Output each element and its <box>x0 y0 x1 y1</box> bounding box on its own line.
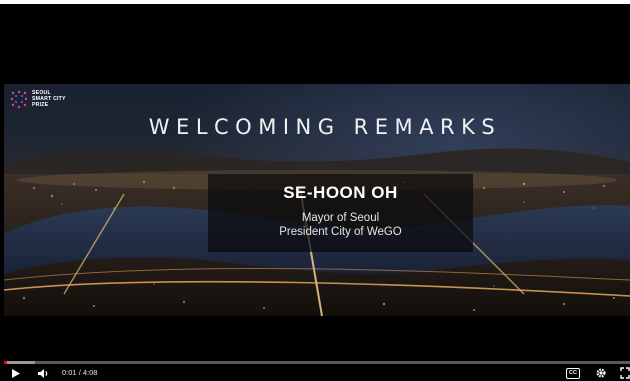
duration: 4:08 <box>82 368 98 377</box>
brand-text: SEOUL SMART CITY PRIZE <box>32 90 66 108</box>
play-icon[interactable] <box>10 368 21 379</box>
captions-label: CC <box>569 370 577 376</box>
volume-icon[interactable] <box>37 368 50 379</box>
headline-title: WELCOMING REMARKS <box>148 115 502 139</box>
current-time: 0:01 <box>62 368 77 377</box>
brand-mark-icon <box>10 90 28 109</box>
captions-icon[interactable]: CC <box>566 368 580 379</box>
settings-icon[interactable] <box>595 367 607 379</box>
video-player[interactable]: SEOUL SMART CITY PRIZE WELCOMING REMARKS… <box>0 0 630 381</box>
control-bar: 0:01 / 4:08 CC <box>0 366 630 381</box>
time-display: 0:01 / 4:08 <box>62 368 97 377</box>
fullscreen-icon[interactable] <box>620 367 630 379</box>
brand-line: PRIZE <box>32 102 49 108</box>
speaker-name: SE-HOON OH <box>283 183 398 202</box>
progress-buffered <box>4 361 36 364</box>
seoul-smart-city-prize-logo: SEOUL SMART CITY PRIZE <box>10 90 66 110</box>
speaker-card: SE-HOON OH Mayor of Seoul President City… <box>208 174 473 252</box>
speaker-title: Mayor of Seoul <box>301 212 380 224</box>
video-frame[interactable]: SEOUL SMART CITY PRIZE WELCOMING REMARKS… <box>4 84 630 316</box>
top-edge <box>0 0 630 4</box>
speaker-title: President City of WeGO <box>279 226 402 238</box>
progress-played <box>4 361 7 364</box>
progress-bar[interactable] <box>4 361 630 364</box>
